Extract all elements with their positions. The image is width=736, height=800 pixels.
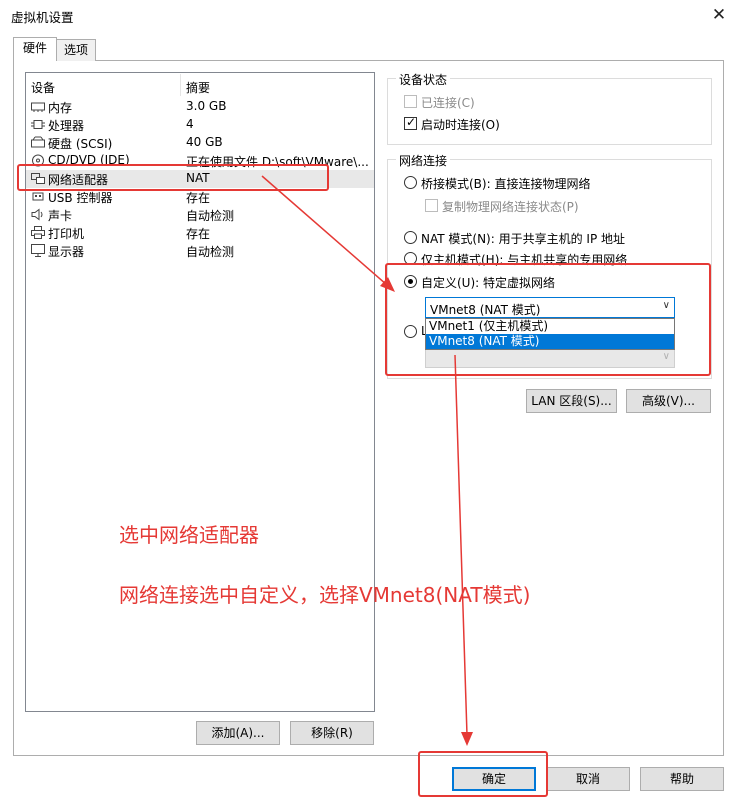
- arrow-to-ok-button: [454, 354, 468, 736]
- annotation-text-2: 网络连接选中自定义，选择VMnet8(NAT模式): [119, 583, 531, 607]
- tab-hardware[interactable]: 硬件: [13, 37, 57, 61]
- arrowhead-icon: [380, 277, 395, 292]
- arrowhead-icon: [461, 732, 473, 746]
- annotation-arrows: [261, 175, 473, 746]
- annotation-text-1: 选中网络适配器: [119, 523, 259, 547]
- arrow-to-custom-network: [261, 175, 388, 286]
